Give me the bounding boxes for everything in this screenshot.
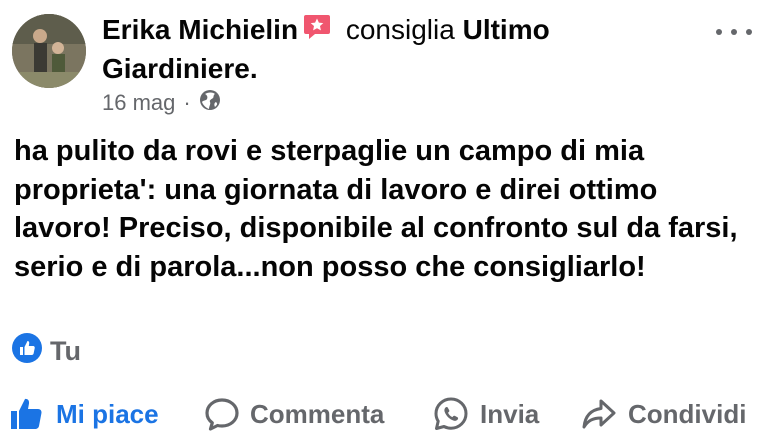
globe-icon[interactable] <box>199 89 221 117</box>
post-body: ha pulito da rovi e sterpaglie un campo … <box>14 135 738 283</box>
reactions-label: Tu <box>50 336 81 366</box>
like-label: Mi piace <box>56 398 159 429</box>
post-date[interactable]: 16 mag <box>102 90 175 116</box>
comment-button[interactable]: Commenta <box>204 390 384 438</box>
post-header: Erika Michielin consiglia Ultimo <box>102 10 550 53</box>
more-options-icon[interactable] <box>716 20 752 44</box>
send-label: Invia <box>480 398 540 429</box>
page-name-continued[interactable]: Giardiniere. <box>102 49 258 89</box>
send-button[interactable]: Invia <box>432 390 539 438</box>
avatar[interactable] <box>12 14 86 88</box>
share-button[interactable]: Condividi <box>580 390 746 438</box>
post-meta: 16 mag · <box>102 89 221 117</box>
share-label: Condividi <box>628 398 747 429</box>
recommend-star-icon <box>302 12 332 53</box>
comment-bubble-icon <box>205 398 239 431</box>
like-icon <box>12 333 42 370</box>
reactions-summary[interactable]: Tu <box>12 333 81 370</box>
avatar-image <box>12 14 86 88</box>
share-arrow-icon <box>582 399 616 429</box>
page-name[interactable]: Ultimo <box>463 14 550 45</box>
thumbs-up-icon <box>11 398 42 429</box>
like-button[interactable]: Mi piace <box>8 390 159 438</box>
whatsapp-icon <box>434 397 468 430</box>
meta-separator: · <box>183 90 191 115</box>
comment-label: Commenta <box>250 398 385 429</box>
action-bar: Mi piace Commenta Invia Condividi <box>0 390 768 438</box>
author-name[interactable]: Erika Michielin <box>102 14 298 45</box>
recommend-verb: consiglia <box>345 14 455 45</box>
